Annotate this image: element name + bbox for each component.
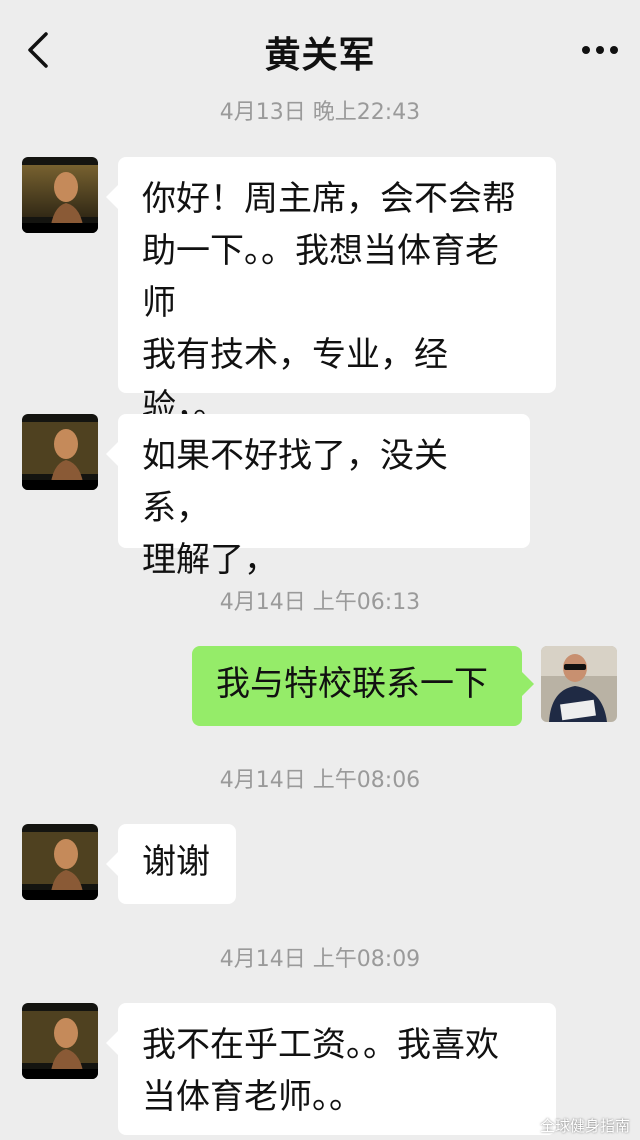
timestamp: 4月14日 上午06:13 <box>219 590 421 615</box>
my-avatar[interactable] <box>541 646 617 722</box>
contact-avatar[interactable] <box>22 1003 98 1079</box>
watermark: 全球健身指南 <box>539 1117 630 1135</box>
chat-title: 黄关军 <box>264 35 376 76</box>
message-bubble-incoming[interactable]: 谢谢 <box>106 824 236 904</box>
more-dots-icon <box>582 46 618 54</box>
message-bubble-outgoing[interactable]: 我与特校联系一下 <box>192 646 534 726</box>
contact-avatar[interactable] <box>22 414 98 490</box>
more-button[interactable] <box>580 36 620 64</box>
contact-avatar[interactable] <box>22 824 98 900</box>
contact-avatar[interactable] <box>22 157 98 233</box>
message-bubble-incoming[interactable]: 如果不好找了，没关系， 理解了， <box>106 414 530 580</box>
timestamp: 4月13日 晚上22:43 <box>219 100 421 125</box>
message-bubble-incoming[interactable]: 我不在乎工资。。我喜欢 当体育老师。。 <box>106 1003 556 1135</box>
timestamp: 4月14日 上午08:06 <box>219 768 421 793</box>
message-bubble-incoming[interactable]: 你好！周主席，会不会帮 助一下。。我想当体育老 师 我有技术，专业，经验，。 <box>106 157 556 427</box>
top-bar: 黄关军 <box>0 0 640 96</box>
timestamp: 4月14日 上午08:09 <box>219 947 421 972</box>
